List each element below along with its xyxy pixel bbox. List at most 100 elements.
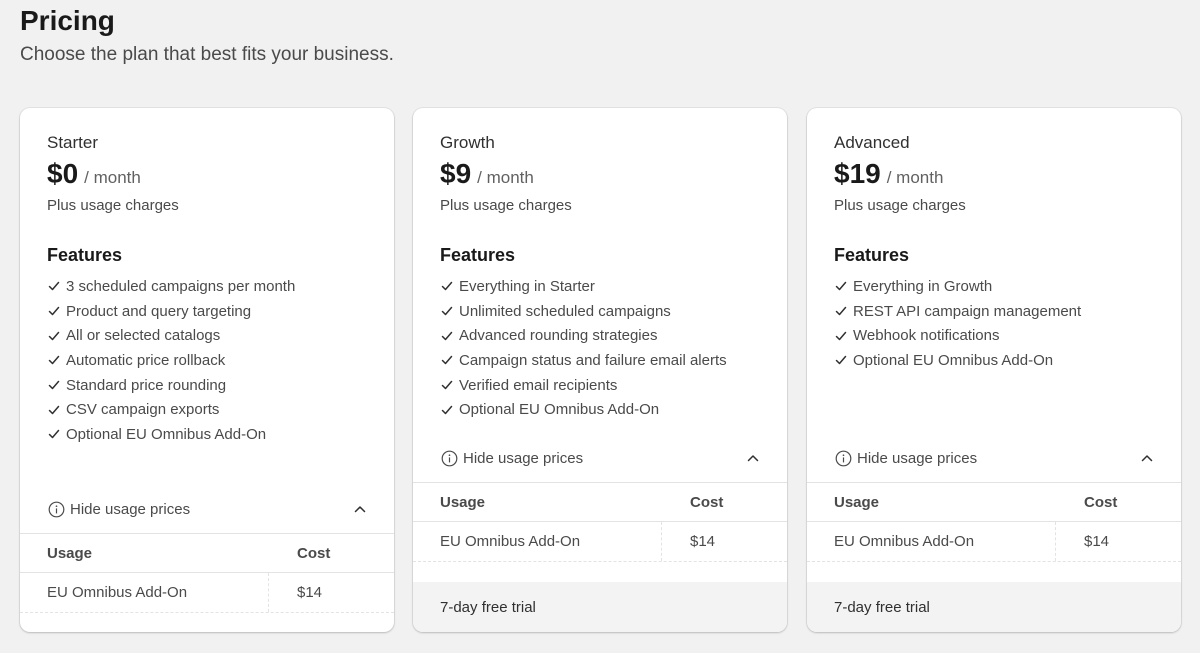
- trial-footer: 7-day free trial: [413, 582, 787, 632]
- table-header: Usage Cost: [413, 482, 787, 522]
- cost-cell: $14: [1084, 533, 1110, 550]
- plan-period: / month: [84, 168, 141, 187]
- chevron-up-icon[interactable]: [746, 451, 760, 465]
- chevron-up-icon[interactable]: [1140, 451, 1154, 465]
- table-header: Usage Cost: [807, 482, 1181, 522]
- usage-price-table: Usage Cost EU Omnibus Add-On $14: [20, 533, 394, 613]
- plan-price: $19: [834, 158, 881, 189]
- feature-item: Unlimited scheduled campaigns: [440, 299, 727, 324]
- check-icon: [48, 380, 60, 390]
- check-icon: [441, 380, 453, 390]
- feature-item: Everything in Starter: [440, 274, 727, 299]
- toggle-label: Hide usage prices: [70, 500, 191, 518]
- usage-price-table: Usage Cost EU Omnibus Add-On $14: [807, 482, 1181, 562]
- feature-text: REST API campaign management: [853, 302, 1082, 320]
- feature-item: Campaign status and failure email alerts: [440, 348, 727, 373]
- hide-usage-prices-toggle[interactable]: Hide usage prices: [20, 489, 394, 529]
- usage-cell: EU Omnibus Add-On: [47, 584, 188, 601]
- plan-period: / month: [886, 168, 944, 187]
- column-header-cost: Cost: [297, 544, 331, 562]
- feature-list: Everything in Growth REST API campaign m…: [834, 274, 1081, 373]
- usage-note: Plus usage charges: [834, 197, 966, 214]
- check-icon: [835, 306, 847, 316]
- column-header-usage: Usage: [47, 544, 93, 562]
- hide-usage-prices-toggle[interactable]: Hide usage prices: [807, 438, 1181, 478]
- feature-list: Everything in Starter Unlimited schedule…: [440, 274, 727, 422]
- check-icon: [441, 405, 453, 415]
- check-icon: [835, 282, 847, 291]
- plan-name: Growth: [440, 133, 495, 152]
- check-icon: [48, 430, 60, 439]
- feature-item: Webhook notifications: [834, 323, 1081, 348]
- feature-text: Campaign status and failure email alerts: [459, 351, 727, 369]
- toggle-label: Hide usage prices: [857, 449, 978, 467]
- feature-item: Everything in Growth: [834, 274, 1081, 299]
- feature-item: Product and query targeting: [47, 299, 295, 324]
- check-icon: [441, 306, 453, 316]
- check-icon: [835, 331, 847, 340]
- check-icon: [835, 356, 847, 365]
- plan-card-growth: Growth $9 / month Plus usage charges Fea…: [413, 108, 787, 632]
- plan-card-starter: Starter $0 / month Plus usage charges Fe…: [20, 108, 394, 632]
- feature-text: Automatic price rollback: [66, 351, 226, 369]
- plan-card-advanced: Advanced $19 / month Plus usage charges …: [807, 108, 1181, 632]
- hide-usage-prices-toggle[interactable]: Hide usage prices: [413, 438, 787, 478]
- check-icon: [441, 331, 453, 340]
- plan-name: Starter: [47, 133, 99, 152]
- usage-cell: EU Omnibus Add-On: [440, 533, 581, 550]
- feature-text: Optional EU Omnibus Add-On: [853, 351, 1054, 369]
- cost-cell: $14: [690, 533, 716, 550]
- usage-cell: EU Omnibus Add-On: [834, 533, 975, 550]
- feature-text: Standard price rounding: [66, 376, 227, 394]
- check-icon: [48, 282, 60, 291]
- check-icon: [48, 356, 60, 365]
- chevron-up-icon[interactable]: [353, 502, 367, 516]
- feature-item: All or selected catalogs: [47, 323, 295, 348]
- feature-item: 3 scheduled campaigns per month: [47, 274, 295, 299]
- plan-period: / month: [477, 168, 534, 187]
- usage-price-table: Usage Cost EU Omnibus Add-On $14: [413, 482, 787, 562]
- features-title: Features: [440, 245, 516, 265]
- feature-text: CSV campaign exports: [66, 401, 220, 419]
- feature-text: Everything in Growth: [853, 277, 993, 295]
- feature-text: 3 scheduled campaigns per month: [66, 277, 296, 295]
- feature-item: REST API campaign management: [834, 299, 1081, 324]
- check-icon: [441, 282, 453, 291]
- features-title: Features: [47, 245, 123, 265]
- usage-note: Plus usage charges: [440, 197, 572, 214]
- column-header-usage: Usage: [440, 493, 486, 511]
- feature-text: Advanced rounding strategies: [459, 327, 658, 345]
- feature-text: Optional EU Omnibus Add-On: [66, 425, 267, 443]
- feature-text: Webhook notifications: [853, 327, 1000, 345]
- column-header-cost: Cost: [1084, 493, 1118, 511]
- toggle-label: Hide usage prices: [463, 449, 584, 467]
- column-header-usage: Usage: [834, 493, 880, 511]
- feature-list: 3 scheduled campaigns per month Product …: [47, 274, 295, 447]
- cost-cell: $14: [297, 584, 323, 601]
- feature-text: Unlimited scheduled campaigns: [459, 302, 671, 320]
- feature-item: Advanced rounding strategies: [440, 323, 727, 348]
- plan-name: Advanced: [834, 133, 910, 152]
- table-row: EU Omnibus Add-On $14: [20, 573, 394, 613]
- feature-text: Optional EU Omnibus Add-On: [459, 401, 660, 419]
- check-icon: [48, 306, 60, 316]
- plan-price: $0: [47, 158, 79, 189]
- table-row: EU Omnibus Add-On $14: [807, 522, 1181, 562]
- feature-item: Standard price rounding: [47, 373, 295, 398]
- info-icon: [441, 450, 458, 466]
- plan-price: $9: [440, 158, 472, 189]
- page-subtitle: Choose the plan that best fits your busi…: [20, 44, 394, 65]
- feature-item: Optional EU Omnibus Add-On: [47, 422, 295, 447]
- plan-cards: Starter $0 / month Plus usage charges Fe…: [20, 108, 1181, 632]
- trial-footer: 7-day free trial: [807, 582, 1181, 632]
- column-header-cost: Cost: [690, 493, 724, 511]
- page-title: Pricing: [20, 5, 115, 36]
- check-icon: [48, 405, 60, 415]
- feature-text: Verified email recipients: [459, 376, 618, 394]
- price-row: $0 / month: [47, 158, 141, 190]
- features-title: Features: [834, 245, 910, 265]
- info-icon: [835, 450, 852, 466]
- feature-item: Optional EU Omnibus Add-On: [440, 397, 727, 422]
- feature-text: Everything in Starter: [459, 277, 595, 295]
- usage-note: Plus usage charges: [47, 197, 179, 214]
